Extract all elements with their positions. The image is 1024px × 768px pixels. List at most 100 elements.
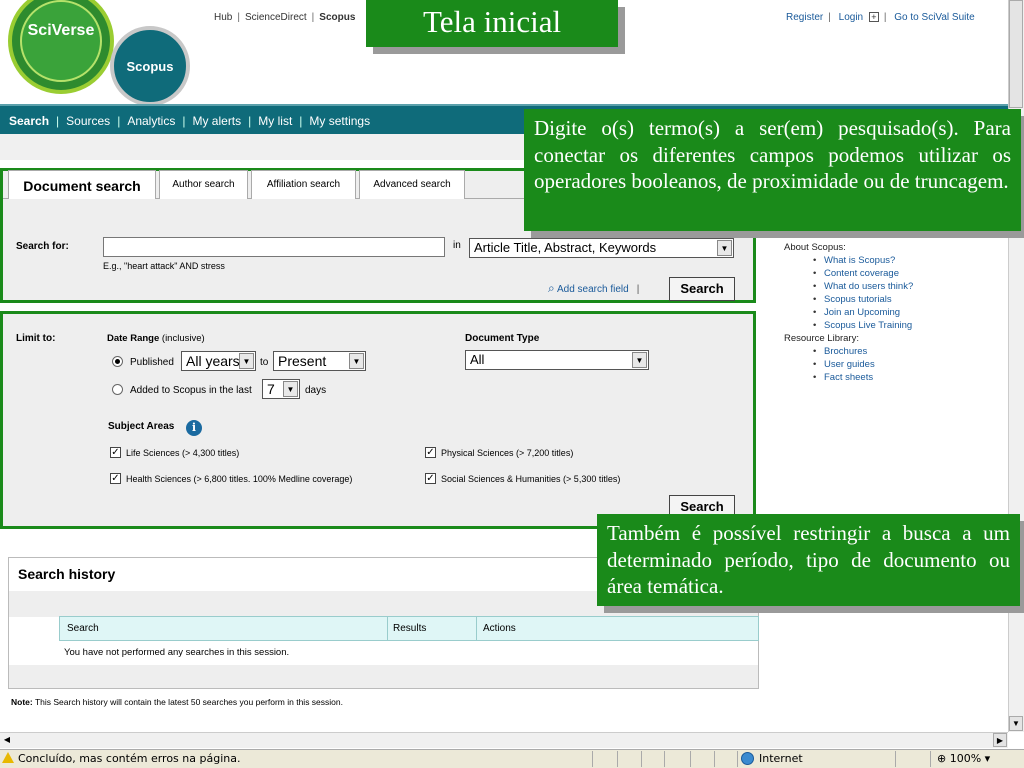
sciverse-logo-inner — [20, 0, 102, 82]
search-callout: Digite o(s) termo(s) a ser(em) pesquisad… — [524, 109, 1021, 231]
search-input[interactable] — [103, 237, 445, 257]
status-cell — [641, 751, 642, 767]
date-range-title: Date Range (inclusive) — [107, 333, 205, 344]
days-select[interactable]: 7 ▼ — [262, 379, 300, 399]
published-label: Published — [130, 357, 174, 368]
add-search-field-link[interactable]: Add search field — [557, 284, 629, 295]
add-search-field[interactable]: ⌕ Add search field | — [548, 281, 639, 296]
scopus-link[interactable]: Scopus — [319, 12, 355, 23]
status-cell — [690, 751, 691, 767]
status-cell — [617, 751, 618, 767]
search-button[interactable]: Search — [669, 277, 735, 301]
document-type-select[interactable]: All ▼ — [465, 350, 649, 370]
nav-analytics[interactable]: Analytics — [127, 106, 175, 128]
physical-sciences-label: Physical Sciences (> 7,200 titles) — [441, 448, 574, 458]
nav-search[interactable]: Search — [9, 106, 49, 128]
health-sciences-checkbox[interactable]: ✓ — [110, 473, 121, 484]
document-type-value: All — [470, 352, 485, 367]
nav-my-list[interactable]: My list — [258, 106, 292, 128]
sidebar-item-content-coverage[interactable]: Content coverage — [784, 267, 913, 280]
search-for-label: Search for: — [16, 241, 69, 252]
tab-advanced-search[interactable]: Advanced search — [359, 170, 465, 199]
magnifier-icon: ⊕ — [937, 752, 947, 765]
search-field-select[interactable]: Article Title, Abstract, Keywords ▼ — [469, 238, 734, 258]
register-link[interactable]: Register — [786, 12, 823, 23]
sidebar-item-fact-sheets[interactable]: Fact sheets — [784, 371, 913, 384]
login-link[interactable]: Login — [839, 12, 863, 23]
from-year-select[interactable]: All years ▼ — [181, 351, 256, 371]
to-year-value: Present — [278, 353, 327, 369]
info-icon[interactable]: i — [186, 420, 202, 436]
sidebar-item-what-is-scopus[interactable]: What is Scopus? — [784, 254, 913, 267]
status-cell — [895, 751, 896, 767]
days-label: days — [305, 385, 327, 396]
chevron-down-icon: ▼ — [632, 352, 647, 368]
status-cell — [930, 751, 931, 767]
status-cell — [664, 751, 665, 767]
top-links: Hub | ScienceDirect | Scopus — [214, 12, 356, 23]
chevron-down-icon: ▼ — [717, 240, 732, 256]
physical-sciences-checkbox[interactable]: ✓ — [425, 447, 436, 458]
horizontal-scrollbar[interactable] — [0, 732, 1008, 748]
zoom-level[interactable]: ⊕ 100% ▾ — [937, 752, 990, 765]
sidebar-item-live-training[interactable]: Scopus Live Training — [784, 319, 913, 332]
sidebar-item-user-guides[interactable]: User guides — [784, 358, 913, 371]
sidebar: SJR & SNIP metrics About Scopus: What is… — [784, 228, 913, 384]
vertical-scroll-thumb[interactable] — [1009, 0, 1023, 108]
slide-title: Tela inicial — [366, 0, 618, 47]
health-sciences-label: Health Sciences (> 6,800 titles. 100% Me… — [126, 474, 353, 484]
sidebar-item-user-opinions[interactable]: What do users think? — [784, 280, 913, 293]
globe-icon — [741, 752, 754, 765]
chevron-down-icon: ▼ — [239, 353, 254, 369]
status-cell — [737, 751, 738, 767]
status-cell — [714, 751, 715, 767]
added-label: Added to Scopus in the last — [130, 385, 252, 396]
social-sciences-checkbox[interactable]: ✓ — [425, 473, 436, 484]
col-search: Search — [67, 623, 99, 634]
scopus-logo-text: Scopus — [126, 59, 174, 74]
sidebar-item-tutorials[interactable]: Scopus tutorials — [784, 293, 913, 306]
scroll-down-arrow[interactable]: ▼ — [1009, 716, 1023, 731]
scroll-right-arrow[interactable]: ▶ — [993, 733, 1007, 747]
sidebar-item-join-upcoming[interactable]: Join an Upcoming — [784, 306, 913, 319]
expand-icon[interactable]: + — [868, 12, 879, 22]
warning-icon[interactable] — [2, 752, 14, 763]
sciencedirect-link[interactable]: ScienceDirect — [245, 12, 307, 23]
limit-to-label: Limit to: — [16, 333, 56, 344]
tab-affiliation-search[interactable]: Affiliation search — [251, 170, 356, 199]
nav-sources[interactable]: Sources — [66, 106, 110, 128]
published-radio[interactable] — [112, 356, 123, 367]
life-sciences-checkbox[interactable]: ✓ — [110, 447, 121, 458]
history-empty-message: You have not performed any searches in t… — [64, 647, 290, 658]
tab-author-search[interactable]: Author search — [159, 170, 248, 199]
status-cell — [592, 751, 593, 767]
scival-link[interactable]: Go to SciVal Suite — [894, 12, 974, 23]
col-results: Results — [393, 623, 427, 634]
search-history-title: Search history — [18, 566, 116, 582]
to-label: to — [260, 357, 269, 368]
status-text: Concluído, mas contém erros na página. — [18, 752, 241, 765]
to-year-select[interactable]: Present ▼ — [273, 351, 366, 371]
resource-library-title: Resource Library: — [784, 333, 859, 344]
nav-my-settings[interactable]: My settings — [309, 106, 370, 128]
history-table-header: Search Results Actions — [59, 616, 759, 641]
sciverse-logo-text: SciVerse — [27, 22, 95, 39]
chevron-down-icon: ▼ — [283, 381, 298, 397]
life-sciences-label: Life Sciences (> 4,300 titles) — [126, 448, 240, 458]
subject-areas-title: Subject Areas — [108, 421, 175, 432]
about-scopus-title: About Scopus: — [784, 242, 846, 253]
account-links: Register | Login + | Go to SciVal Suite — [786, 12, 975, 23]
history-note: Note: This Search history will contain t… — [11, 697, 343, 707]
scroll-left-arrow[interactable]: ◀ — [0, 733, 14, 747]
sidebar-item-brochures[interactable]: Brochures — [784, 345, 913, 358]
added-radio[interactable] — [112, 384, 123, 395]
hub-link[interactable]: Hub — [214, 12, 232, 23]
social-sciences-label: Social Sciences & Humanities (> 5,300 ti… — [441, 474, 621, 484]
security-zone: Internet — [759, 752, 803, 765]
nav-my-alerts[interactable]: My alerts — [192, 106, 241, 128]
in-label: in — [453, 240, 461, 251]
chevron-down-icon: ▼ — [349, 353, 364, 369]
history-footer — [9, 665, 758, 688]
limit-callout: Também é possível restringir a busca a u… — [597, 514, 1020, 606]
tab-document-search[interactable]: Document search — [8, 170, 156, 199]
